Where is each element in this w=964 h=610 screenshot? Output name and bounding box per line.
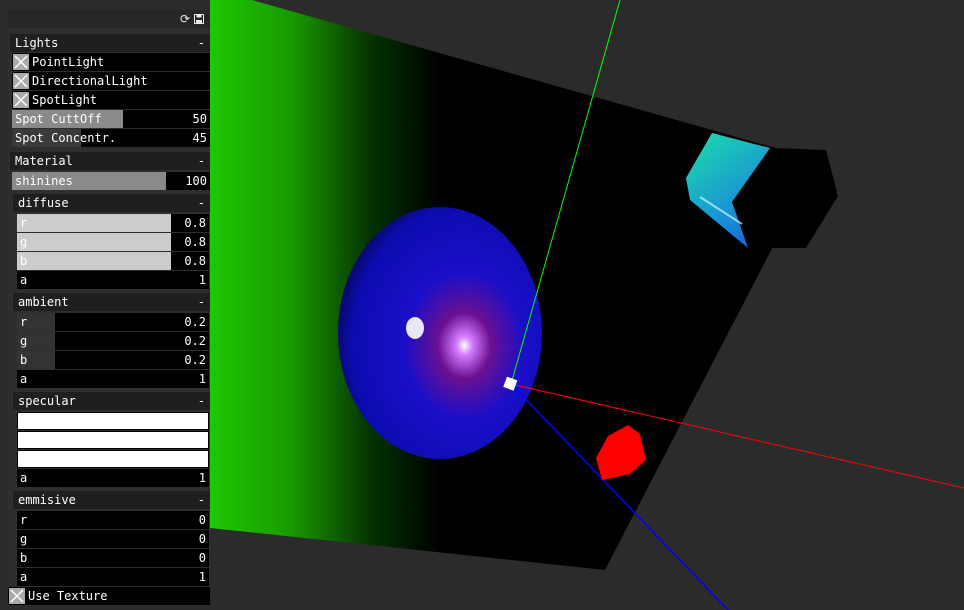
ambient-b-slider[interactable]: b 0.2 bbox=[17, 351, 209, 369]
toggle-label: PointLight bbox=[32, 55, 105, 69]
slider-label: r bbox=[20, 513, 28, 527]
collapse-icon[interactable]: - bbox=[198, 293, 205, 311]
emissive-g-slider[interactable]: g 0 bbox=[17, 530, 209, 548]
diffuse-a-slider[interactable]: a 1 bbox=[17, 271, 209, 289]
slider-value: 1 bbox=[198, 372, 206, 386]
slider-value: 50 bbox=[192, 112, 207, 126]
slider-value: 1 bbox=[198, 273, 206, 287]
slider-label: g bbox=[20, 235, 28, 249]
collapse-icon[interactable]: - bbox=[198, 491, 205, 509]
slider-fill bbox=[17, 252, 171, 270]
sphere-mesh bbox=[338, 207, 542, 459]
slider-value: 0.8 bbox=[184, 235, 206, 249]
checkbox-x-icon[interactable] bbox=[13, 54, 29, 70]
slider-value: 1 bbox=[198, 570, 206, 584]
ambient-g-slider[interactable]: g 0.2 bbox=[17, 332, 209, 350]
slider-label: Spot CuttOff bbox=[15, 112, 102, 126]
material-group-title: Material bbox=[15, 154, 73, 168]
slider-value: 0 bbox=[198, 532, 206, 546]
emissive-group-title: emmisive bbox=[18, 493, 76, 507]
diffuse-r-slider[interactable]: r 0.8 bbox=[17, 214, 209, 232]
toggle-label: Use Texture bbox=[28, 589, 108, 603]
sphere-highlight bbox=[406, 317, 424, 339]
slider-value: 0.8 bbox=[184, 216, 206, 230]
slider-value: 0.2 bbox=[184, 315, 206, 329]
toggle-label: DirectionalLight bbox=[32, 74, 148, 88]
ambient-group-header[interactable]: ambient - bbox=[13, 293, 210, 311]
slider-label: a bbox=[20, 471, 28, 485]
material-group-header[interactable]: Material - bbox=[10, 152, 210, 170]
slider-label: g bbox=[20, 334, 28, 348]
slider-label: g bbox=[20, 532, 28, 546]
save-icon[interactable] bbox=[193, 12, 205, 26]
slider-value: 0.2 bbox=[184, 334, 206, 348]
collapse-icon[interactable]: - bbox=[198, 392, 205, 410]
refresh-icon[interactable]: ⟳ bbox=[179, 12, 191, 26]
slider-label: b bbox=[20, 353, 28, 367]
ambient-group-title: ambient bbox=[18, 295, 69, 309]
collapse-icon[interactable]: - bbox=[198, 152, 205, 170]
toggle-point-light[interactable]: PointLight bbox=[12, 53, 210, 71]
slider-value: 0 bbox=[198, 551, 206, 565]
collapse-icon[interactable]: - bbox=[198, 34, 205, 52]
slider-value: 0.8 bbox=[184, 254, 206, 268]
panel-header: ⟳ bbox=[8, 10, 210, 28]
ambient-r-slider[interactable]: r 0.2 bbox=[17, 313, 209, 331]
specular-a-slider[interactable]: a 1 bbox=[17, 469, 209, 487]
checkbox-x-icon[interactable] bbox=[13, 92, 29, 108]
collapse-icon[interactable]: - bbox=[198, 194, 205, 212]
slider-label: r bbox=[20, 315, 28, 329]
slider-label: b bbox=[20, 551, 28, 565]
toggle-use-texture[interactable]: Use Texture bbox=[8, 587, 210, 605]
toggle-label: SpotLight bbox=[32, 93, 98, 107]
slider-label: Spot Concentr. bbox=[15, 131, 117, 145]
lights-group-header[interactable]: Lights - bbox=[10, 34, 210, 52]
slider-label: b bbox=[20, 254, 28, 268]
diffuse-group-title: diffuse bbox=[18, 196, 69, 210]
slider-value: 1 bbox=[198, 471, 206, 485]
lights-group-title: Lights bbox=[15, 36, 59, 50]
control-panel: ⟳ Lights - PointLight DirectionalLight S… bbox=[8, 10, 210, 606]
specular-group-header[interactable]: specular - bbox=[13, 392, 210, 410]
checkbox-x-icon[interactable] bbox=[9, 588, 25, 604]
emissive-group-header[interactable]: emmisive - bbox=[13, 491, 210, 509]
diffuse-b-slider[interactable]: b 0.8 bbox=[17, 252, 209, 270]
emissive-r-slider[interactable]: r 0 bbox=[17, 511, 209, 529]
slider-label: a bbox=[20, 273, 28, 287]
checkbox-x-icon[interactable] bbox=[13, 73, 29, 89]
emissive-a-slider[interactable]: a 1 bbox=[17, 568, 209, 586]
spot-concentration-slider[interactable]: Spot Concentr. 45 bbox=[12, 129, 210, 147]
slider-label: r bbox=[20, 216, 28, 230]
slider-label: a bbox=[20, 570, 28, 584]
slider-value: 45 bbox=[192, 131, 207, 145]
spot-cutoff-slider[interactable]: Spot CuttOff 50 bbox=[12, 110, 210, 128]
specular-g-slider[interactable] bbox=[17, 431, 209, 449]
slider-value: 0 bbox=[198, 513, 206, 527]
slider-value: 100 bbox=[185, 174, 207, 188]
slider-value: 0.2 bbox=[184, 353, 206, 367]
slider-label: a bbox=[20, 372, 28, 386]
shininess-slider[interactable]: shinines 100 bbox=[12, 172, 210, 190]
specular-group-title: specular bbox=[18, 394, 76, 408]
toggle-spot-light[interactable]: SpotLight bbox=[12, 91, 210, 109]
specular-b-slider[interactable] bbox=[17, 450, 209, 468]
diffuse-g-slider[interactable]: g 0.8 bbox=[17, 233, 209, 251]
specular-r-slider[interactable] bbox=[17, 412, 209, 430]
slider-label: shinines bbox=[15, 174, 73, 188]
emissive-b-slider[interactable]: b 0 bbox=[17, 549, 209, 567]
slider-fill bbox=[17, 214, 171, 232]
toggle-directional-light[interactable]: DirectionalLight bbox=[12, 72, 210, 90]
ambient-a-slider[interactable]: a 1 bbox=[17, 370, 209, 388]
diffuse-group-header[interactable]: diffuse - bbox=[13, 194, 210, 212]
slider-fill bbox=[17, 233, 171, 251]
